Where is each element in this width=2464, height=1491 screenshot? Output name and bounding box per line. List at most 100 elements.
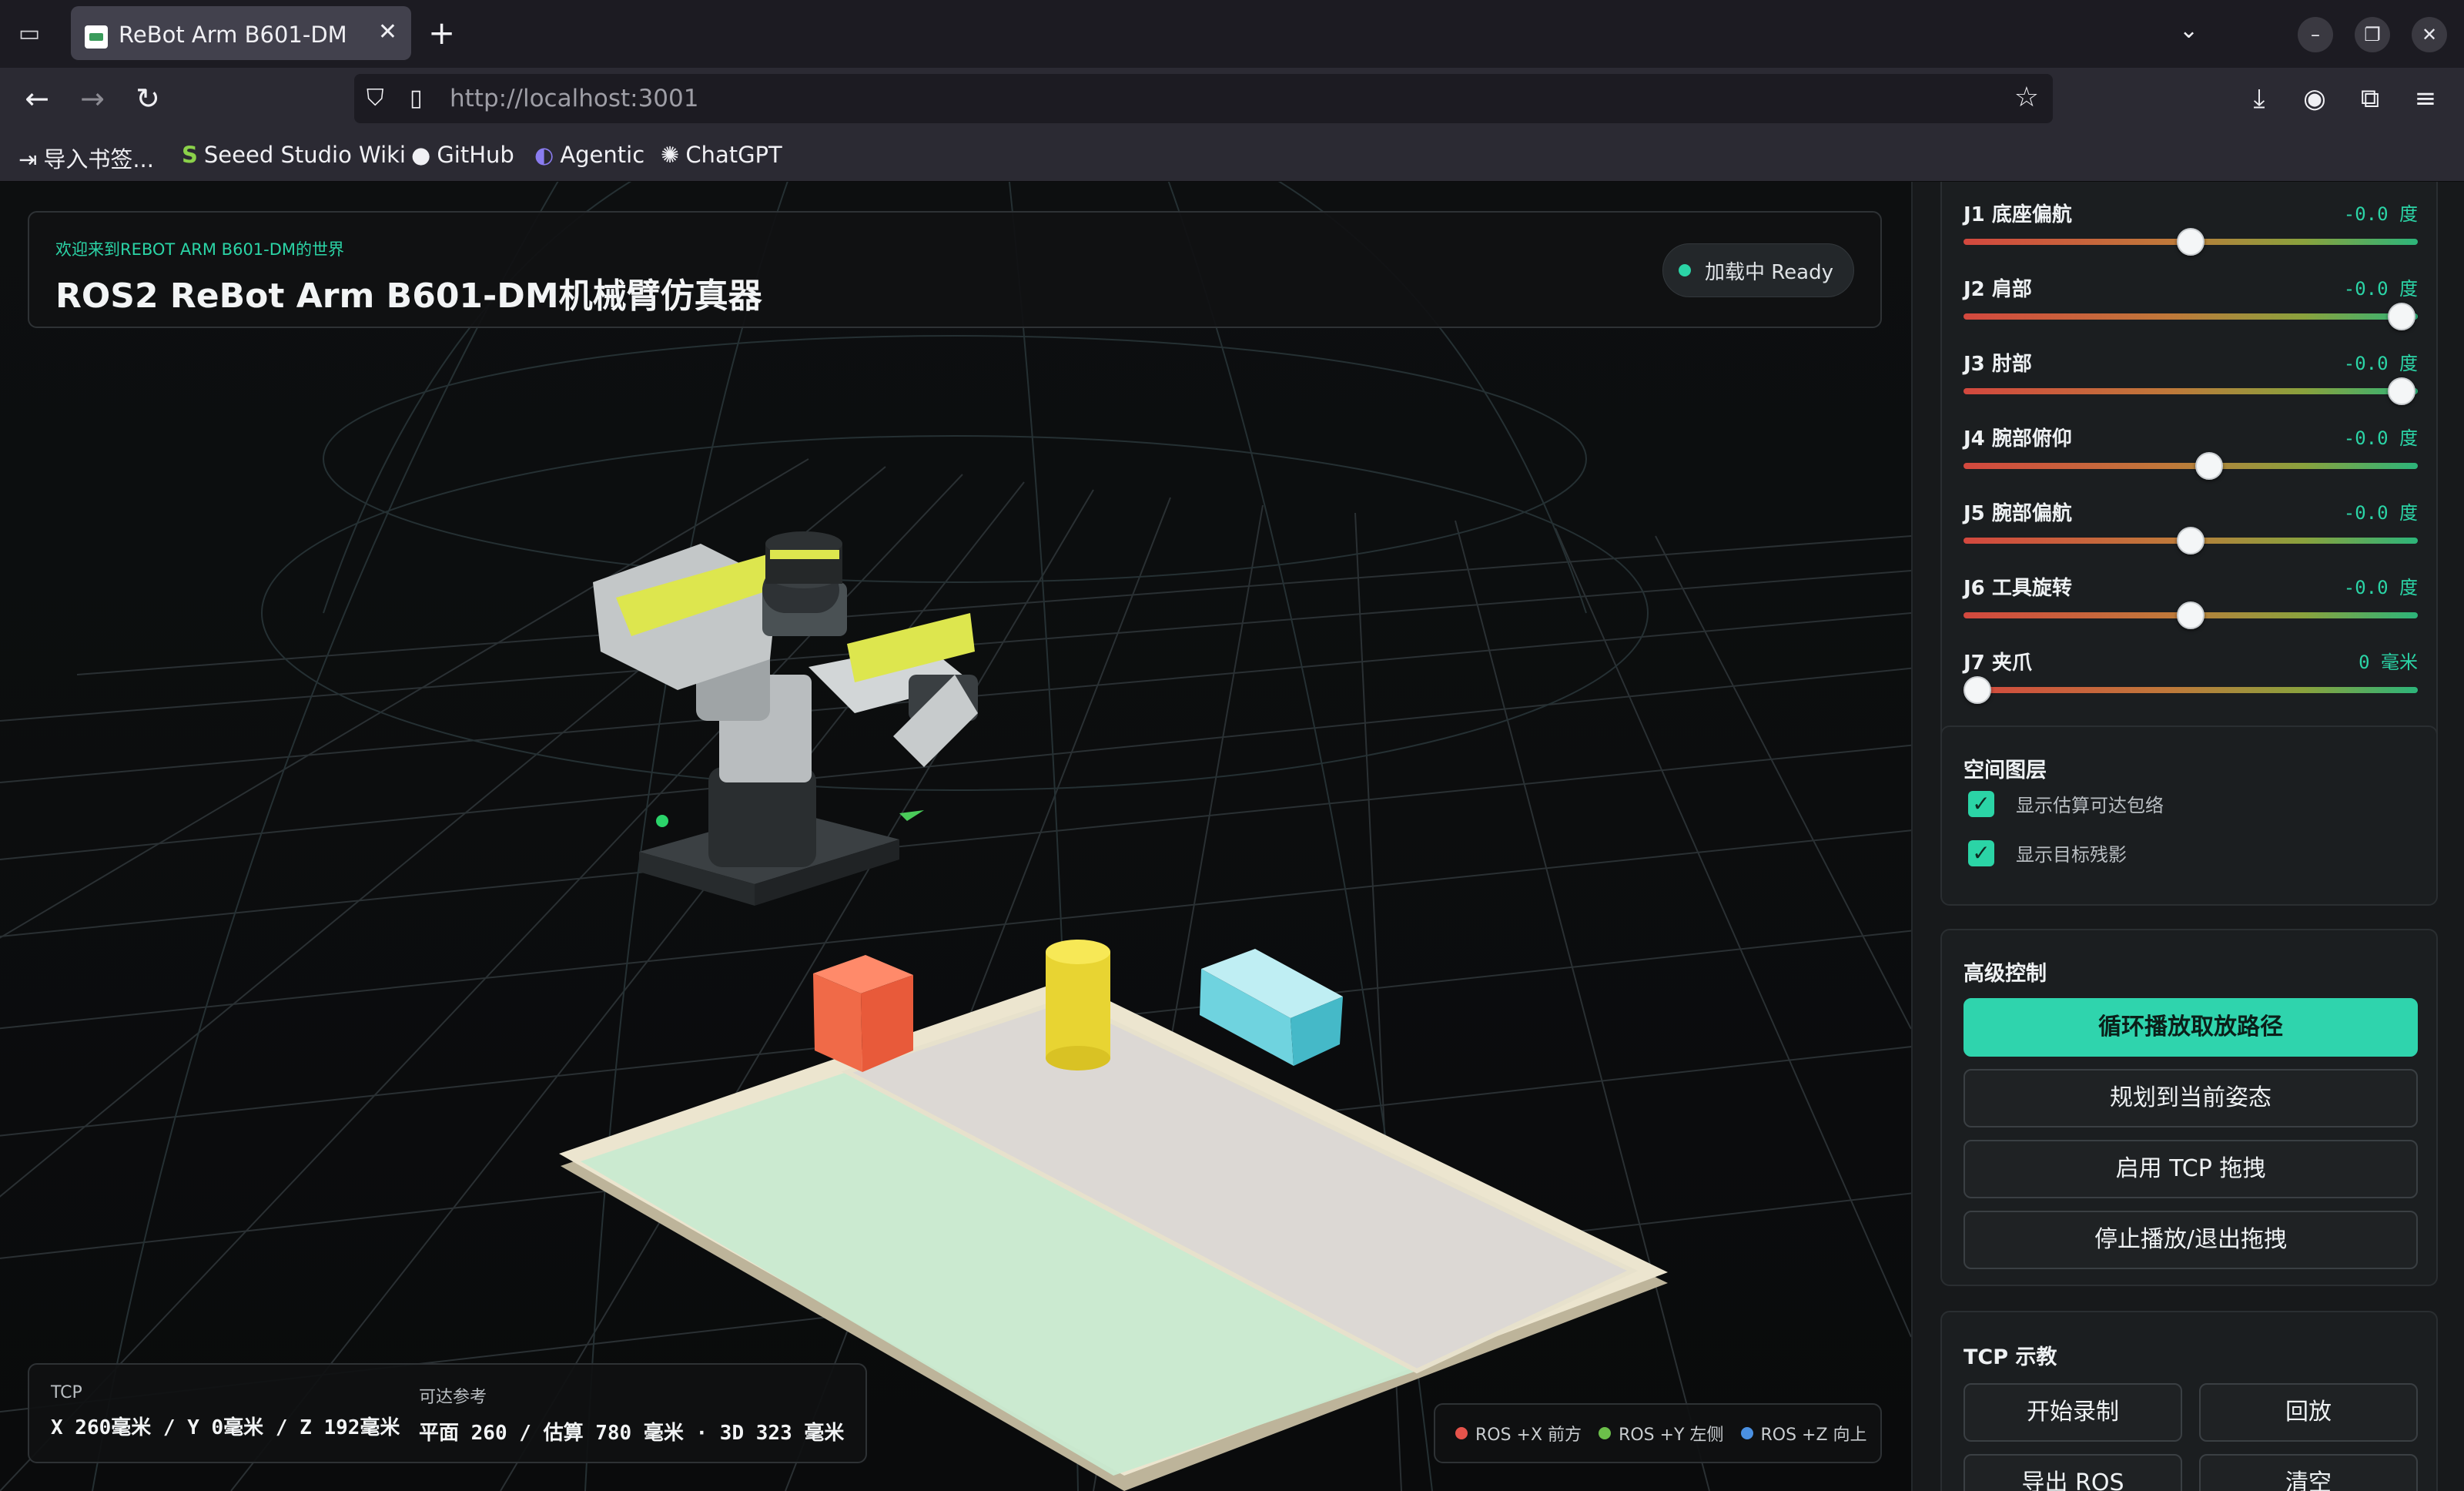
control-side-panel[interactable]: J1 底座偏航 -0.0 度 J2 肩部 -0.0 度 J3 肘部 -0.0 度… xyxy=(1911,182,2464,1491)
url-host: http://localhost xyxy=(450,85,631,112)
joint-slider-j4[interactable] xyxy=(1964,452,2418,480)
slider-thumb[interactable] xyxy=(2177,601,2205,629)
tcp-label: TCP xyxy=(51,1383,82,1402)
agentic-icon: ◐ xyxy=(534,142,554,168)
minimize-window-icon[interactable]: – xyxy=(2298,17,2333,52)
tab-title: ReBot Arm B601-DM xyxy=(119,22,347,48)
slider-thumb[interactable] xyxy=(1963,676,1991,704)
loop-pick-place-button[interactable]: 循环播放取放路径 xyxy=(1964,998,2418,1057)
status-text: 加载中 Ready xyxy=(1705,260,1833,284)
bookmark-seeed-wiki[interactable]: S Seeed Studio Wiki xyxy=(182,142,406,168)
joint-slider-j2[interactable] xyxy=(1964,303,2418,330)
url-text[interactable]: http://localhost:3001 xyxy=(450,85,698,112)
address-bar[interactable]: ⛉ ▯ http://localhost:3001 ☆ xyxy=(354,74,2053,123)
gripper-slider-j7[interactable] xyxy=(1963,676,2418,704)
bookmark-import[interactable]: ⇥ 导入书签... xyxy=(18,142,154,174)
reach-reference: 可达参考 平面 260 / 估算 780 毫米 · 3D 323 毫米 xyxy=(419,1383,844,1446)
red-cube xyxy=(813,955,913,1072)
app-menu-icon[interactable]: ≡ xyxy=(2407,80,2444,117)
spatial-layers-card: 空间图层 ✓ 显示估算可达包络 ✓ 显示目标残影 xyxy=(1940,725,2438,906)
joint-value: -0.0 度 xyxy=(2343,427,2418,449)
checkbox-checked-icon[interactable]: ✓ xyxy=(1968,839,1994,866)
3d-scene[interactable] xyxy=(0,182,1911,1491)
slider-thumb[interactable] xyxy=(2177,228,2205,256)
status-dot-icon xyxy=(1679,264,1692,276)
checkbox-checked-icon[interactable]: ✓ xyxy=(1968,790,1994,817)
axis-y-label: ROS +Y 左侧 xyxy=(1619,1426,1724,1445)
joint-value: -0.0 度 xyxy=(2343,278,2418,300)
advanced-title: 高级控制 xyxy=(1964,962,2047,986)
joint-slider-j1[interactable] xyxy=(1964,228,2418,256)
tab-close-icon[interactable]: ✕ xyxy=(378,18,397,45)
favicon-icon xyxy=(85,25,108,49)
new-tab-button[interactable]: + xyxy=(428,14,455,52)
joint-value: 0 毫米 xyxy=(2359,652,2418,673)
forward-arrow-icon[interactable]: → xyxy=(72,79,112,119)
downloads-icon[interactable]: ⤓ xyxy=(2241,80,2278,117)
bookmark-label: Seeed Studio Wiki xyxy=(203,142,406,168)
advanced-control-card: 高级控制 循环播放取放路径 规划到当前姿态 启用 TCP 拖拽 停止播放/退出拖… xyxy=(1940,929,2438,1286)
layers-title: 空间图层 xyxy=(1964,759,2047,782)
slider-thumb[interactable] xyxy=(2388,303,2416,330)
restore-window-icon[interactable]: ❐ xyxy=(2355,17,2390,52)
joint-row-j5: J5 腕部偏航 -0.0 度 xyxy=(1964,498,2418,571)
back-arrow-icon[interactable]: ← xyxy=(17,79,57,119)
tcp-readout: TCP X 260毫米 / Y 0毫米 / Z 192毫米 可达参考 平面 26… xyxy=(28,1363,867,1463)
tab-overflow-chevron-icon[interactable]: ⌄ xyxy=(2179,17,2198,44)
import-icon: ⇥ xyxy=(18,146,38,173)
bookmark-github[interactable]: ● GitHub xyxy=(411,142,514,168)
yellow-cylinder xyxy=(1046,940,1110,1071)
axis-z-label: ROS +Z 向上 xyxy=(1760,1426,1867,1445)
joint-slider-j3[interactable] xyxy=(1964,377,2418,405)
slider-thumb[interactable] xyxy=(2388,377,2416,405)
extensions-icon[interactable]: ⧉ xyxy=(2352,80,2389,117)
account-icon[interactable]: ◉ xyxy=(2296,80,2333,117)
navigation-toolbar: ← → ↻ ⛉ ▯ http://localhost:3001 ☆ ⤓ ◉ ⧉ … xyxy=(0,68,2464,129)
slider-thumb[interactable] xyxy=(2177,527,2205,555)
reload-icon[interactable]: ↻ xyxy=(128,79,168,119)
bookmark-chatgpt[interactable]: ✺ ChatGPT xyxy=(661,142,782,168)
simulator-app: 欢迎来到REBOT ARM B601-DM的世界 ROS2 ReBot Arm … xyxy=(0,182,2464,1491)
start-recording-button[interactable]: 开始录制 xyxy=(1964,1383,2182,1442)
axis-y-dot-icon xyxy=(1599,1427,1612,1439)
reach-value: 平面 260 / 估算 780 毫米 · 3D 323 毫米 xyxy=(419,1422,845,1445)
bookmark-label: ChatGPT xyxy=(685,142,782,168)
axis-z-legend: ROS +Z 向上 xyxy=(1740,1421,1867,1446)
export-ros-button[interactable]: 导出 ROS xyxy=(1964,1454,2182,1491)
axis-x-legend: ROS +X 前方 xyxy=(1455,1421,1582,1446)
layer-reach-envelope[interactable]: ✓ 显示估算可达包络 xyxy=(1968,790,2164,817)
joint-value: -0.0 度 xyxy=(2343,502,2418,524)
browser-tab[interactable]: ReBot Arm B601-DM ✕ xyxy=(71,6,411,60)
url-port: :3001 xyxy=(630,85,699,112)
tcp-teach-card: TCP 示教 开始录制 回放 导出 ROS 清空 xyxy=(1940,1311,2438,1491)
joint-slider-j5[interactable] xyxy=(1964,527,2418,555)
plan-to-pose-button[interactable]: 规划到当前姿态 xyxy=(1964,1069,2418,1127)
page-info-icon[interactable]: ▯ xyxy=(410,85,423,112)
bookmark-agentic[interactable]: ◐ Agentic xyxy=(534,142,644,168)
enable-tcp-drag-button[interactable]: 启用 TCP 拖拽 xyxy=(1964,1140,2418,1198)
browser-tab-strip: ▭ ReBot Arm B601-DM ✕ + ⌄ – ❐ ✕ xyxy=(0,0,2464,68)
tcp-value: X 260毫米 / Y 0毫米 / Z 192毫米 xyxy=(51,1416,400,1439)
tab-list-icon[interactable]: ▭ xyxy=(14,20,45,48)
joint-label: J6 工具旋转 xyxy=(1964,577,2072,600)
tracking-shield-icon[interactable]: ⛉ xyxy=(367,85,384,112)
joint-row-j4: J4 腕部俯仰 -0.0 度 xyxy=(1964,423,2418,497)
joint-row-j7: J7 夹爪 0 毫米 xyxy=(1963,647,2418,721)
3d-viewport[interactable]: 欢迎来到REBOT ARM B601-DM的世界 ROS2 ReBot Arm … xyxy=(0,182,1911,1491)
slider-thumb[interactable] xyxy=(2194,452,2223,480)
joint-value: -0.0 度 xyxy=(2343,353,2418,374)
axis-y-legend: ROS +Y 左侧 xyxy=(1599,1421,1724,1446)
clear-button[interactable]: 清空 xyxy=(2199,1454,2418,1491)
joint-label: J3 肘部 xyxy=(1964,353,2032,376)
close-window-icon[interactable]: ✕ xyxy=(2412,17,2447,52)
layer-label: 显示估算可达包络 xyxy=(2016,795,2164,816)
stop-playback-button[interactable]: 停止播放/退出拖拽 xyxy=(1964,1211,2418,1269)
joint-label: J5 腕部偏航 xyxy=(1964,502,2072,525)
layer-target-ghost[interactable]: ✓ 显示目标残影 xyxy=(1968,839,2127,866)
joint-row-j1: J1 底座偏航 -0.0 度 xyxy=(1964,199,2418,273)
replay-button[interactable]: 回放 xyxy=(2199,1383,2418,1442)
bookmark-star-icon[interactable]: ☆ xyxy=(2014,82,2039,113)
joint-slider-j6[interactable] xyxy=(1964,601,2418,629)
joint-value: -0.0 度 xyxy=(2343,203,2418,225)
joint-value: -0.0 度 xyxy=(2343,577,2418,598)
